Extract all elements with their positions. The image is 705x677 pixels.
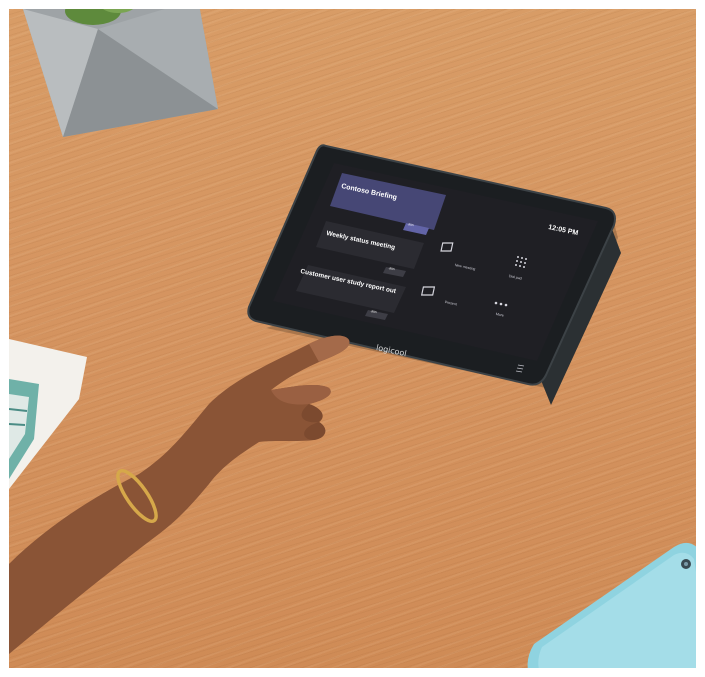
pointing-hand (9, 335, 350, 654)
concrete-plant-pot (23, 9, 218, 137)
wooden-desk: Contoso Briefing Weekly status meeting C… (9, 9, 696, 668)
smartphone (527, 542, 696, 668)
